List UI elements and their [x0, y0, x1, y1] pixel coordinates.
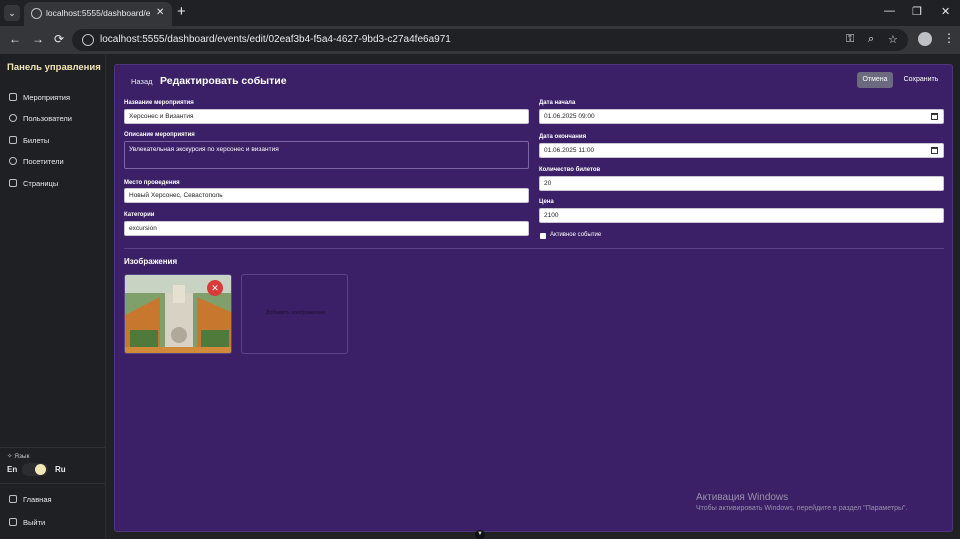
reload-icon[interactable]: ⟳ — [54, 32, 64, 46]
language-en-label: En — [7, 465, 18, 474]
start-date-value: 01.06.2025 09:00 — [544, 113, 595, 120]
user-icon — [9, 114, 17, 122]
section-divider — [124, 248, 944, 249]
price-label: Цена — [539, 199, 554, 205]
browser-tabbar: ⌄ localhost:5555/dashboard/even ✕ + — ❐ … — [0, 0, 960, 26]
sidebar-item-label: Билеты — [23, 135, 50, 145]
category-input[interactable]: excursion — [124, 221, 529, 236]
price-input[interactable]: 2100 — [539, 208, 944, 223]
cancel-button[interactable]: Отмена — [857, 72, 893, 88]
images-title: Изображения — [124, 257, 178, 266]
venue-input[interactable]: Новый Херсонес, Севастополь — [124, 188, 529, 203]
sidebar-item-label: Посетители — [23, 156, 64, 166]
sidebar-item-visitors[interactable]: Посетители — [9, 154, 64, 168]
users-icon — [9, 157, 17, 165]
back-link[interactable]: Назад — [131, 77, 153, 86]
scroll-down-icon[interactable]: ▼ — [475, 530, 485, 539]
sidebar-item-label: Мероприятия — [23, 92, 71, 102]
forward-arrow-icon[interactable]: → — [32, 32, 44, 46]
add-image-label: Добавить изображение — [265, 310, 326, 316]
language-title: ✧ Язык — [7, 453, 30, 460]
end-date-value: 01.06.2025 11:00 — [544, 147, 595, 154]
tickets-label: Количество билетов — [539, 167, 601, 173]
tab-title: localhost:5555/dashboard/even — [46, 8, 150, 18]
windows-activation-subtitle: Чтобы активировать Windows, перейдите в … — [696, 505, 908, 512]
profile-avatar-icon[interactable] — [918, 32, 932, 46]
ticket-icon — [9, 136, 17, 144]
sidebar-item-home[interactable]: Главная — [9, 492, 52, 506]
sidebar-item-events[interactable]: Мероприятия — [9, 90, 70, 104]
sidebar-divider — [0, 447, 106, 448]
start-date-label: Дата начала — [539, 100, 576, 106]
back-arrow-icon[interactable]: ← — [9, 32, 21, 46]
calendar-picker-icon[interactable] — [931, 113, 938, 120]
name-label: Название мероприятия — [124, 100, 194, 106]
sidebar-item-label: Страницы — [23, 178, 59, 188]
browser-menu-icon[interactable]: ⋮ — [943, 31, 955, 45]
edit-event-panel: Назад Редактировать событие Отмена Сохра… — [114, 64, 953, 532]
calendar-icon — [9, 93, 17, 101]
window-close-icon[interactable]: ✕ — [941, 5, 950, 18]
maximize-icon[interactable]: ❐ — [912, 5, 922, 18]
sidebar-item-tickets[interactable]: Билеты — [9, 133, 49, 147]
minimize-icon[interactable]: — — [884, 5, 895, 17]
home-icon — [9, 495, 17, 503]
venue-label: Место проведения — [124, 180, 180, 186]
description-label: Описание мероприятия — [124, 132, 195, 138]
category-label: Категории — [124, 212, 155, 218]
windows-activation-title: Активация Windows — [696, 492, 789, 503]
tickets-input[interactable]: 20 — [539, 176, 944, 191]
sidebar-item-pages[interactable]: Страницы — [9, 176, 58, 190]
new-tab-icon[interactable]: + — [177, 3, 186, 20]
globe-icon — [31, 8, 42, 19]
language-toggle[interactable] — [22, 463, 48, 476]
sidebar-item-label: Главная — [23, 494, 52, 504]
active-checkbox[interactable] — [540, 233, 546, 239]
end-date-label: Дата окончания — [539, 134, 587, 140]
sidebar-item-users[interactable]: Пользователи — [9, 111, 72, 125]
address-bar[interactable]: localhost:5555/dashboard/events/edit/02e… — [72, 29, 908, 51]
calendar-picker-icon[interactable] — [931, 147, 938, 154]
active-checkbox-label: Активное событие — [550, 232, 602, 238]
save-button[interactable]: Сохранить — [901, 72, 941, 88]
add-image-button[interactable]: Добавить изображение — [241, 274, 348, 354]
sidebar-title: Панель управления — [7, 62, 101, 73]
tab-close-icon[interactable]: ✕ — [156, 7, 164, 18]
remove-image-button[interactable]: ✕ — [207, 280, 223, 296]
page-icon — [9, 179, 17, 187]
logout-icon — [9, 518, 17, 526]
sidebar-item-logout[interactable]: Выйти — [9, 515, 45, 529]
tab-search-icon[interactable]: ⌄ — [4, 5, 20, 21]
sidebar-divider — [0, 483, 106, 484]
browser-toolbar: ← → ⟳ localhost:5555/dashboard/events/ed… — [0, 26, 960, 54]
end-date-input[interactable]: 01.06.2025 11:00 — [539, 143, 944, 158]
sidebar-item-label: Пользователи — [23, 113, 72, 123]
language-toggle-knob[interactable] — [35, 464, 46, 475]
sidebar-item-label: Выйти — [23, 517, 46, 527]
browser-tab[interactable]: localhost:5555/dashboard/even ✕ — [24, 2, 172, 26]
sidebar: Панель управления Мероприятия Пользовате… — [0, 54, 106, 539]
bookmark-star-icon[interactable]: ☆ — [888, 33, 898, 46]
name-input[interactable]: Херсонес и Византия — [124, 109, 529, 124]
zoom-icon[interactable]: ⌕ — [868, 33, 874, 46]
start-date-input[interactable]: 01.06.2025 09:00 — [539, 109, 944, 124]
page-title: Редактировать событие — [160, 75, 287, 87]
site-info-icon[interactable] — [82, 34, 94, 46]
password-key-icon[interactable]: ⚿ — [846, 33, 854, 46]
description-textarea[interactable]: Увлекательная экскурсия по херсонес и ви… — [124, 141, 529, 169]
language-ru-label: Ru — [55, 465, 66, 474]
url-text[interactable]: localhost:5555/dashboard/events/edit/02e… — [100, 34, 451, 45]
